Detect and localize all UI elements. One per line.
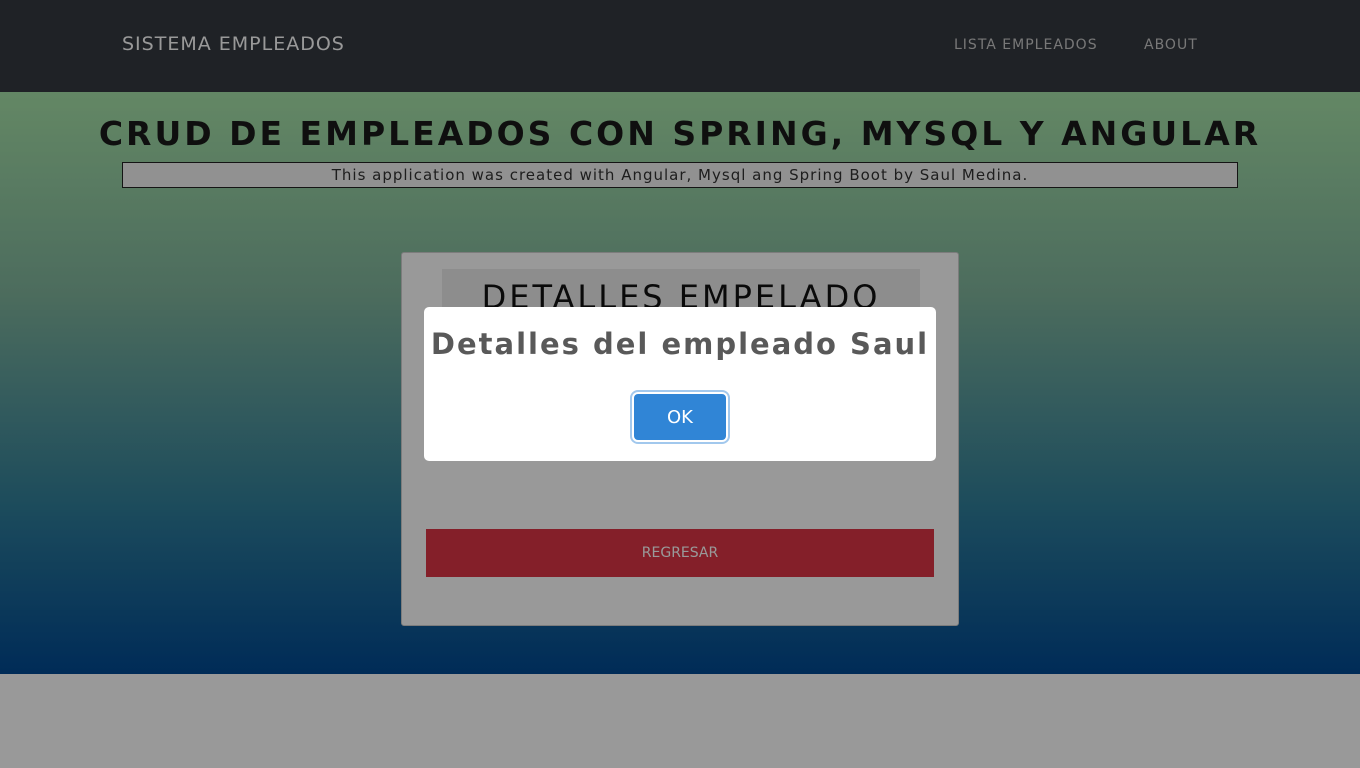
dialog-title: Detalles del empleado Saul	[430, 327, 930, 361]
page: SISTEMA EMPLEADOS LISTA EMPLEADOS ABOUT …	[0, 0, 1360, 768]
ok-button[interactable]: OK	[634, 394, 726, 440]
alert-dialog: Detalles del empleado Saul OK	[424, 307, 936, 461]
